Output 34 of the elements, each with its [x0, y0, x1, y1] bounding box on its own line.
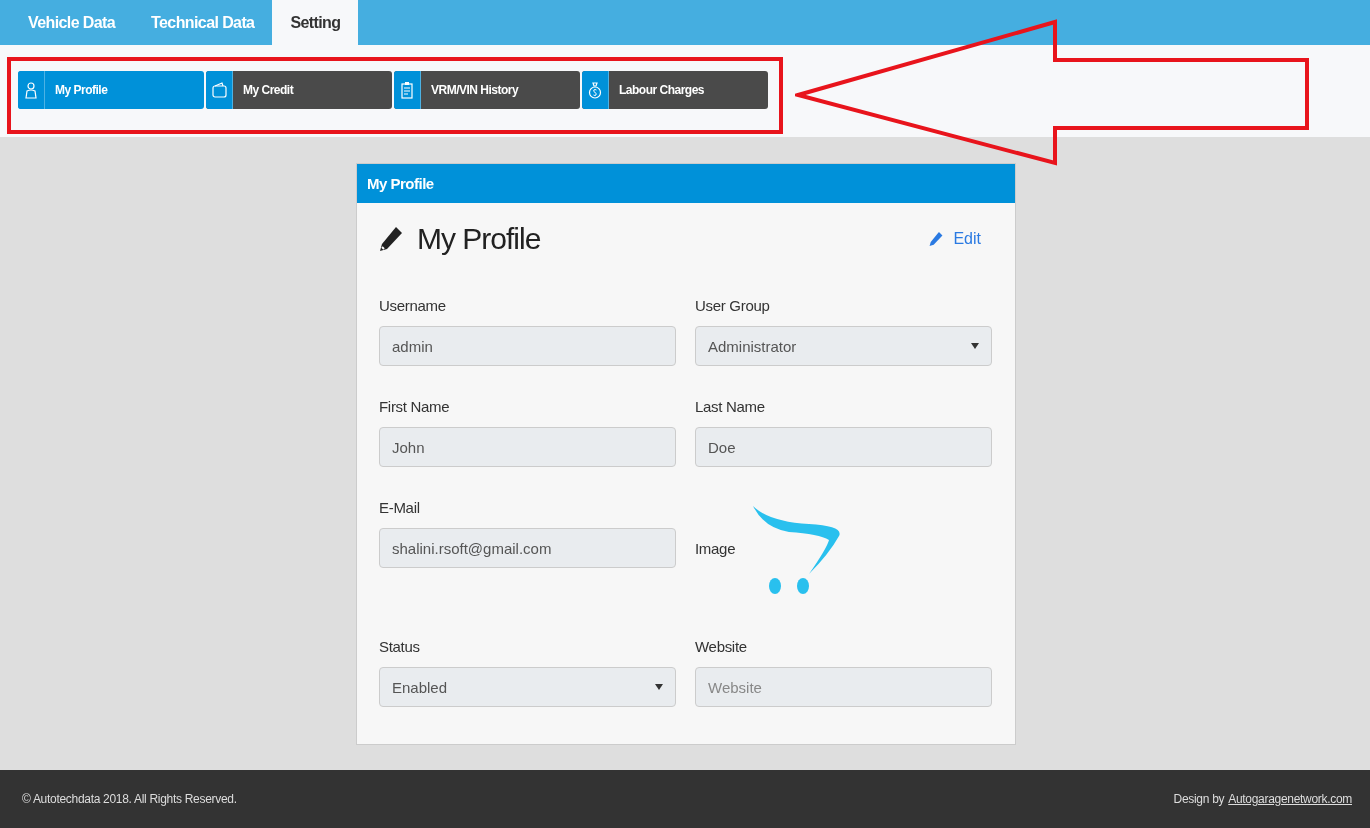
- pencil-icon: [379, 226, 403, 252]
- field-label: Image: [695, 540, 736, 557]
- field-label: Website: [695, 638, 748, 655]
- field-label: Username: [379, 297, 447, 314]
- caret-icon: [971, 343, 979, 349]
- settings-tab[interactable]: VRM/VIN History: [394, 71, 580, 109]
- input-field[interactable]: admin: [379, 326, 676, 366]
- page-title: My Profile: [417, 222, 541, 256]
- select-field[interactable]: Administrator: [695, 326, 992, 366]
- wallet-icon: [211, 81, 227, 99]
- moneybag-icon: [587, 81, 603, 99]
- caret-icon: [655, 684, 663, 690]
- settings-tab[interactable]: My Credit: [206, 71, 392, 109]
- select-field[interactable]: Enabled: [379, 667, 676, 707]
- field-label: Status: [379, 638, 421, 655]
- pencil-icon: [929, 231, 944, 247]
- field-label: First Name: [379, 398, 451, 415]
- copyright-text: © Autotechdata 2018. All Rights Reserved.: [22, 792, 237, 806]
- input-field[interactable]: shalini.rsoft@gmail.com: [379, 528, 676, 568]
- card-header: My Profile: [357, 164, 1015, 203]
- designer-link[interactable]: Autogaragenetwork.com: [1228, 792, 1352, 806]
- credit-text: Design by: [1173, 792, 1225, 806]
- person-icon: [23, 81, 39, 99]
- input-field[interactable]: Website: [695, 667, 992, 707]
- input-field[interactable]: Doe: [695, 427, 992, 467]
- input-field[interactable]: John: [379, 427, 676, 467]
- nav-tab[interactable]: Setting: [272, 0, 359, 45]
- field-label: Last Name: [695, 398, 766, 415]
- settings-tab[interactable]: Labour Charges: [582, 71, 768, 109]
- field-label: User Group: [695, 297, 771, 314]
- settings-tab[interactable]: My Profile: [18, 71, 204, 109]
- edit-link[interactable]: Edit: [929, 230, 981, 248]
- field-label: E-Mail: [379, 499, 421, 516]
- clipboard-icon: [399, 81, 415, 99]
